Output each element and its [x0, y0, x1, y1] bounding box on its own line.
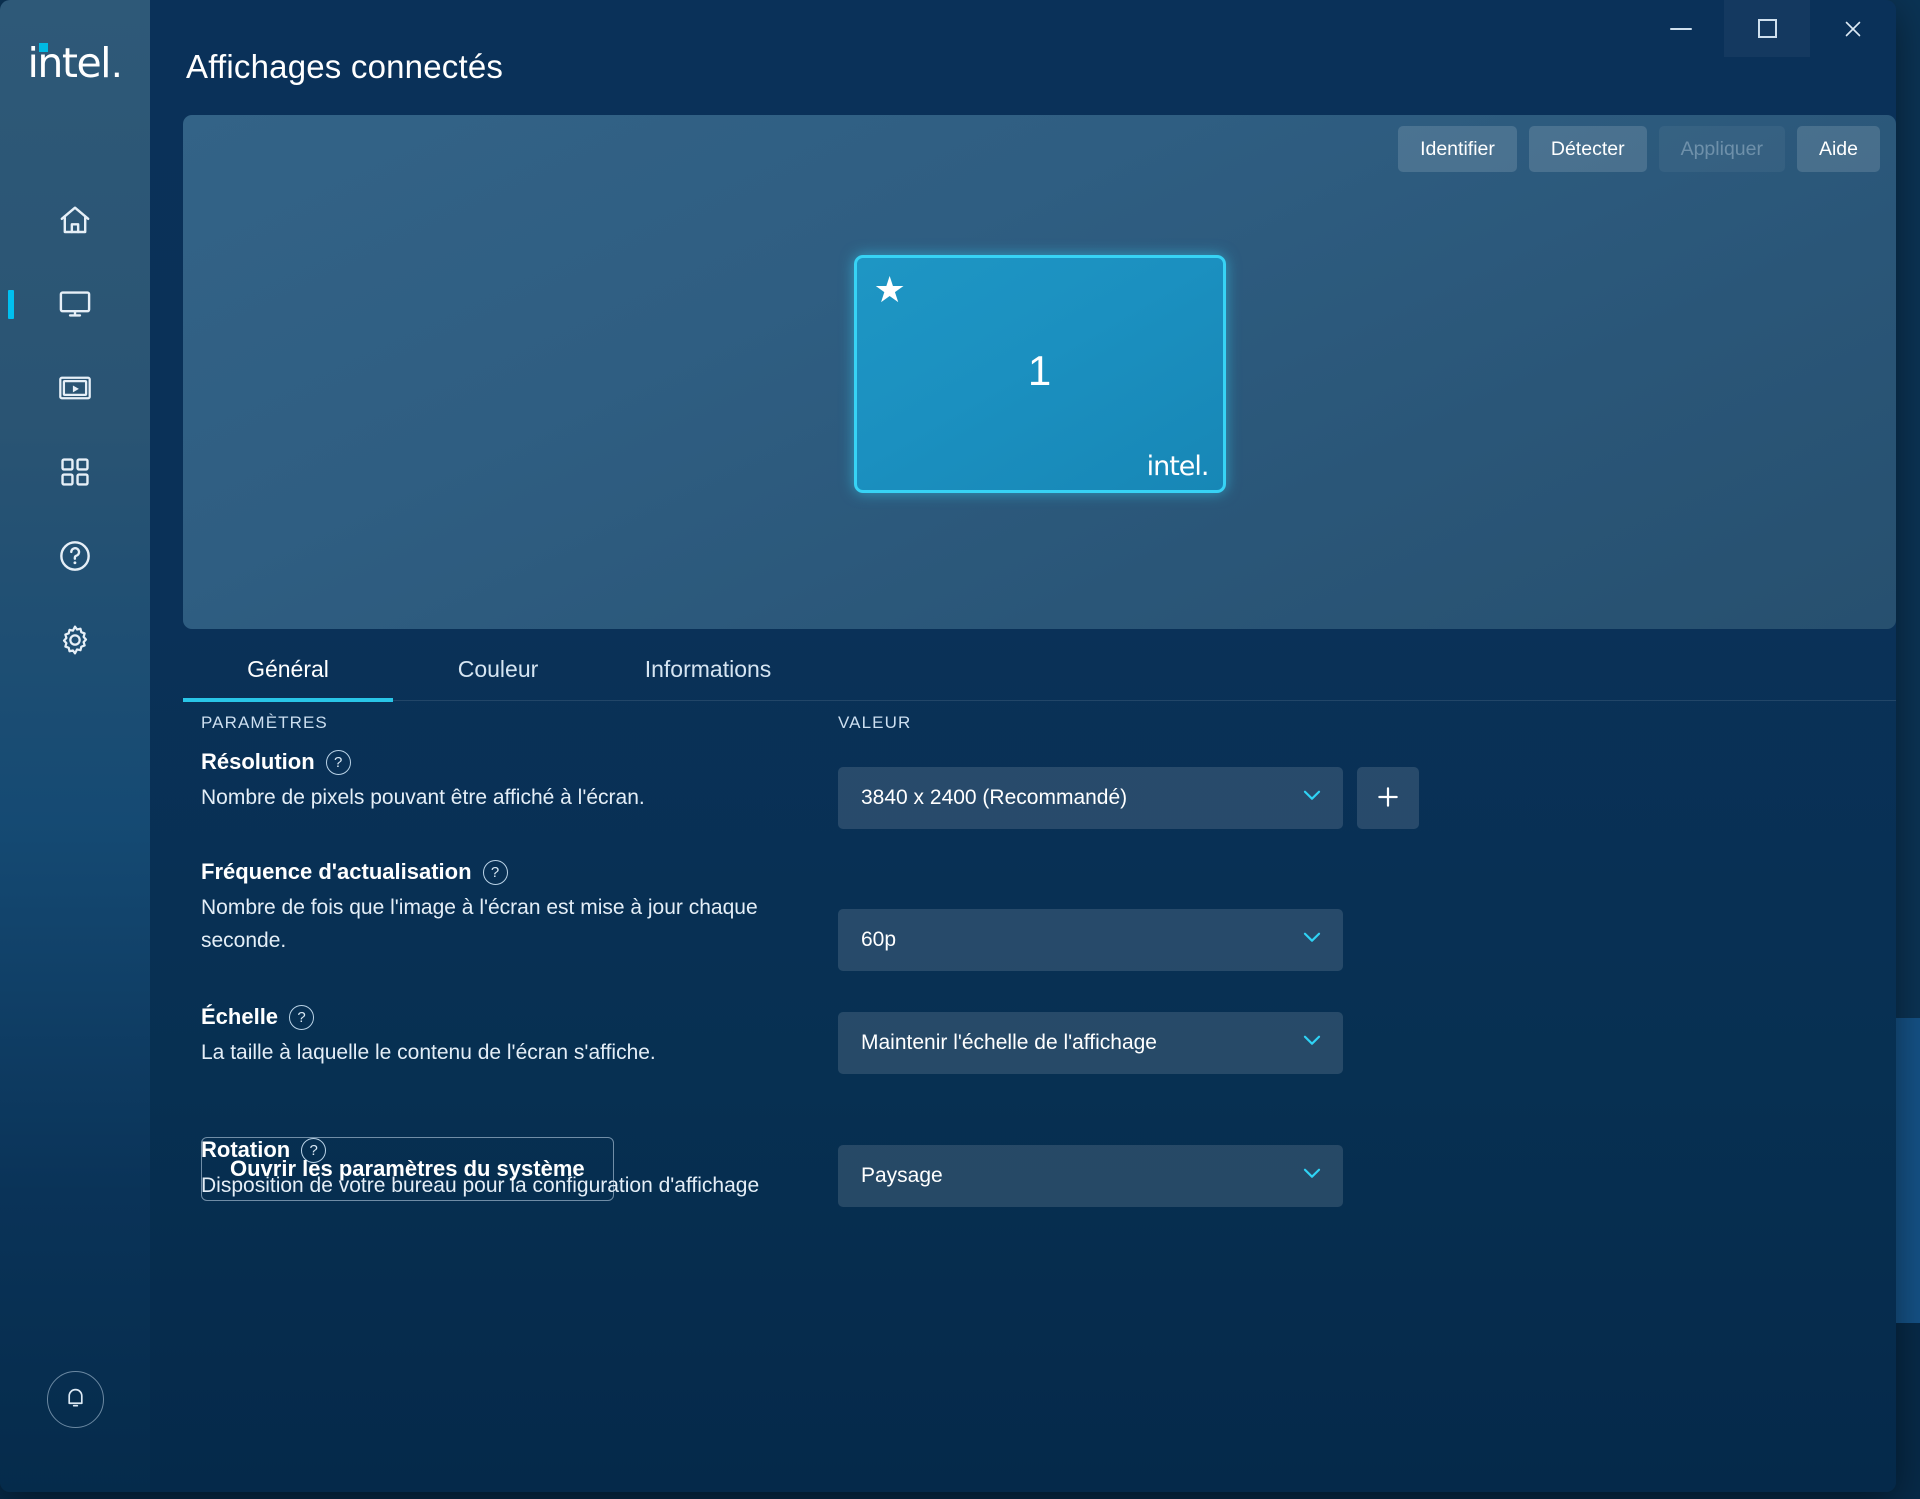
display-arrangement-panel[interactable]: Identifier Détecter Appliquer Aide ★ 1 i… — [183, 115, 1896, 629]
window-controls — [1638, 0, 1896, 57]
sidebar-item-support[interactable] — [0, 532, 150, 580]
chevron-down-icon — [1299, 782, 1325, 814]
rotation-select[interactable]: Paysage — [838, 1145, 1343, 1207]
apply-button: Appliquer — [1658, 126, 1785, 172]
help-circle-icon — [57, 538, 93, 574]
refresh-rate-select[interactable]: 60p — [838, 909, 1343, 971]
open-system-settings-button[interactable]: Ouvrir les paramètres du système — [201, 1137, 614, 1201]
video-icon — [57, 370, 93, 406]
help-button[interactable]: Aide — [1796, 126, 1880, 172]
setting-description-refresh-rate: Nombre de fois que l'image à l'écran est… — [201, 896, 758, 952]
minimize-button[interactable] — [1638, 0, 1724, 57]
help-icon-refresh-rate[interactable]: ? — [482, 859, 508, 885]
scale-select[interactable]: Maintenir l'échelle de l'affichage — [838, 1012, 1343, 1074]
bell-icon — [62, 1384, 89, 1416]
help-icon-scale[interactable]: ? — [289, 1004, 315, 1030]
setting-title-resolution: Résolution — [201, 749, 315, 774]
desktop-backdrop: intel . Affichages connectés Identifier … — [0, 0, 1920, 1499]
setting-title-refresh-rate: Fréquence d'actualisation — [201, 859, 472, 884]
setting-description-scale: La taille à laquelle le contenu de l'écr… — [201, 1041, 656, 1064]
maximize-icon — [1757, 19, 1777, 38]
maximize-button[interactable] — [1724, 0, 1810, 57]
column-header-value: VALEUR — [838, 713, 912, 732]
close-button[interactable] — [1810, 0, 1896, 57]
display-number-label: 1 — [1027, 347, 1052, 395]
notifications-area — [0, 1371, 150, 1428]
active-indicator — [8, 290, 14, 319]
tab-informations[interactable]: Informations — [603, 638, 813, 701]
notifications-button[interactable] — [46, 1371, 104, 1428]
column-headers: PARAMÈTRES VALEUR — [150, 701, 1896, 749]
intel-logo-period: . — [111, 40, 123, 86]
primary-display-star-icon: ★ — [873, 269, 906, 310]
chevron-down-icon — [1299, 924, 1325, 956]
identify-button[interactable]: Identifier — [1398, 126, 1517, 172]
refresh-rate-select-value: 60p — [861, 928, 897, 951]
setting-title-scale: Échelle — [201, 1004, 279, 1029]
column-header-parameters: PARAMÈTRES — [201, 713, 328, 732]
tab-general[interactable]: Général — [183, 638, 393, 702]
home-icon — [57, 202, 93, 238]
sidebar-item-home[interactable] — [0, 196, 150, 244]
sidebar-item-settings[interactable] — [0, 616, 150, 664]
scale-select-value: Maintenir l'échelle de l'affichage — [861, 1031, 1157, 1054]
close-icon — [1845, 21, 1861, 36]
tab-couleur[interactable]: Couleur — [393, 638, 603, 701]
grid-icon — [58, 455, 92, 489]
display-icon — [57, 286, 93, 322]
intel-logo-dot — [38, 43, 48, 52]
page-title: Affichages connectés — [186, 48, 504, 85]
minimize-icon — [1670, 27, 1692, 30]
rotation-select-value: Paysage — [861, 1164, 943, 1187]
help-icon-resolution[interactable]: ? — [325, 749, 351, 775]
sidebar-item-apps[interactable] — [0, 448, 150, 496]
sidebar-nav: intel . — [0, 0, 150, 1492]
detect-button[interactable]: Détecter — [1528, 126, 1647, 172]
sidebar-item-display[interactable] — [0, 280, 150, 328]
sidebar-item-list — [0, 196, 150, 664]
add-custom-resolution-button[interactable] — [1357, 767, 1419, 829]
chevron-down-icon — [1299, 1027, 1325, 1059]
plus-icon — [1374, 783, 1402, 814]
resolution-select[interactable]: 3840 x 2400 (Recommandé) — [838, 767, 1343, 829]
main-content: Affichages connectés Identifier Détecter… — [150, 0, 1896, 1492]
intel-logo: intel . — [28, 38, 123, 84]
chevron-down-icon — [1299, 1160, 1325, 1192]
gear-icon — [57, 622, 93, 658]
setting-description-resolution: Nombre de pixels pouvant être affiché à … — [201, 786, 645, 809]
settings-list: PARAMÈTRES VALEUR Résolution ? Nombre de… — [150, 701, 1896, 1492]
display-tile-intel-logo: intel. — [1146, 451, 1210, 482]
settings-tabs: Général Couleur Informations — [183, 638, 1896, 702]
sidebar-item-video[interactable] — [0, 364, 150, 412]
preview-action-buttons: Identifier Détecter Appliquer Aide — [1398, 126, 1880, 172]
graphics-command-center-window: intel . Affichages connectés Identifier … — [0, 0, 1896, 1492]
display-tile-1[interactable]: ★ 1 intel. — [853, 255, 1226, 493]
resolution-select-value: 3840 x 2400 (Recommandé) — [861, 786, 1128, 809]
